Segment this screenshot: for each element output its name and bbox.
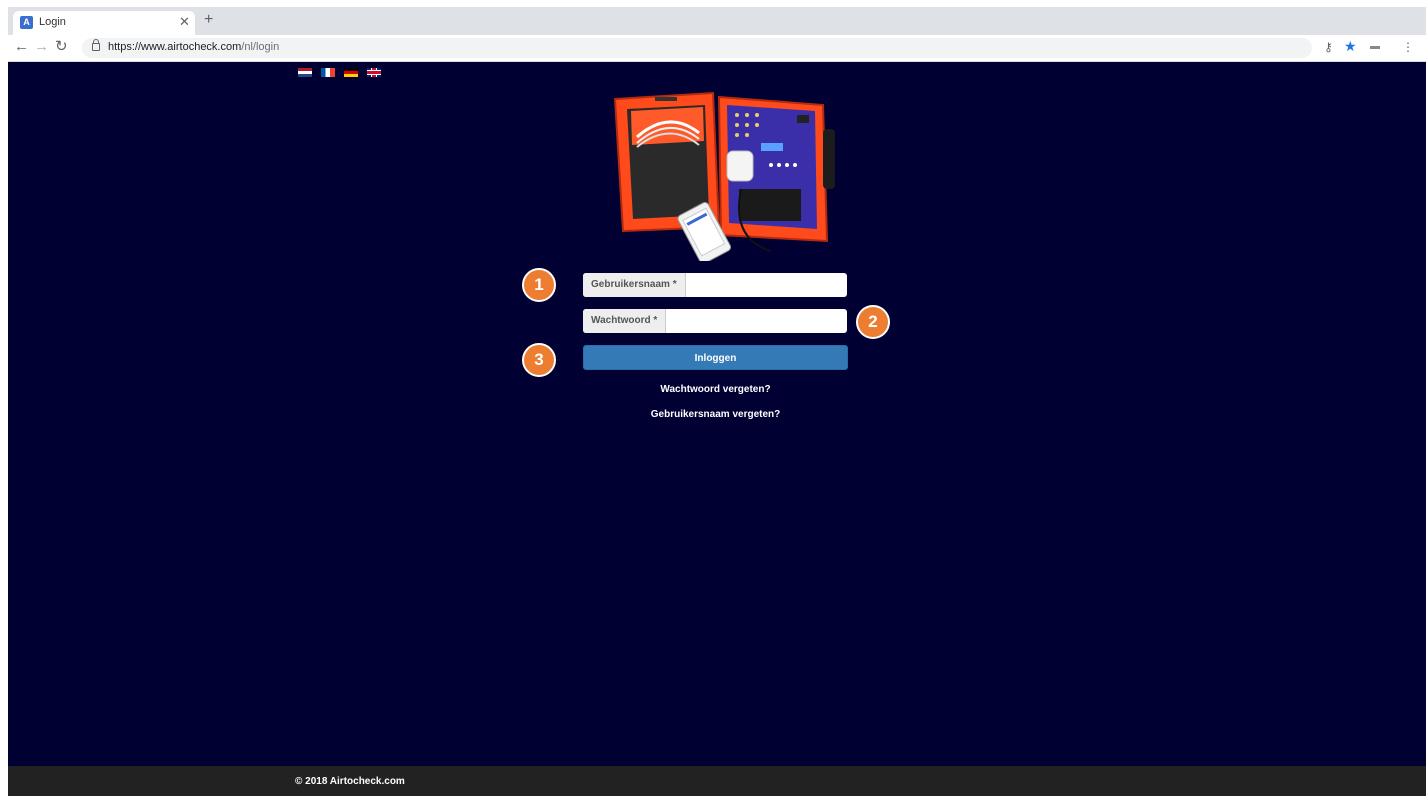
url-path: /nl/login [241, 41, 280, 53]
bookmark-star-icon[interactable]: ★ [1344, 38, 1357, 55]
annotation-badge-1: 1 [522, 268, 556, 302]
password-label: Wachtwoord * [583, 309, 667, 333]
back-arrow-icon[interactable]: ← [14, 39, 29, 55]
flag-uk-icon[interactable] [367, 68, 381, 77]
address-bar[interactable]: https://www.airtocheck.com/nl/login [82, 38, 1312, 58]
annotation-badge-3: 3 [522, 343, 556, 377]
key-icon[interactable]: ⚷ [1324, 40, 1333, 54]
forward-arrow-icon[interactable]: → [34, 39, 49, 55]
reload-icon[interactable]: ↻ [55, 39, 68, 55]
forgot-password-link[interactable]: Wachtwoord vergeten? [583, 384, 848, 395]
browser-tab[interactable]: A Login ✕ [13, 11, 195, 35]
product-image [613, 91, 835, 261]
browser-menu-icon[interactable]: ⋮ [1402, 40, 1414, 54]
footer: © 2018 Airtocheck.com [8, 766, 1426, 796]
flag-fr-icon[interactable] [321, 68, 335, 77]
close-tab-icon[interactable]: ✕ [179, 14, 190, 30]
new-tab-icon[interactable]: + [204, 12, 213, 28]
site-favicon-icon: A [20, 16, 33, 29]
url-host: https://www.airtocheck.com [108, 41, 242, 53]
browser-tab-bar: A Login ✕ + [8, 7, 1426, 35]
forgot-username-link[interactable]: Gebruikersnaam vergeten? [583, 409, 848, 420]
password-input-group: Wachtwoord * [583, 309, 847, 335]
browser-toolbar: ← → ↻ https://www.airtocheck.com/nl/logi… [8, 35, 1426, 62]
login-button[interactable]: Inloggen [583, 345, 848, 370]
copyright-text: © 2018 Airtocheck.com [295, 776, 405, 787]
username-input-group: Gebruikersnaam * [583, 273, 847, 299]
password-input[interactable] [667, 309, 847, 335]
username-label: Gebruikersnaam * [583, 273, 686, 297]
flag-de-icon[interactable] [344, 68, 358, 77]
login-page: Gebruikersnaam * Wachtwoord * Inloggen W… [8, 62, 1426, 766]
lock-icon [92, 39, 100, 51]
tab-title: Login [39, 16, 66, 28]
extension-icon[interactable]: ▬ [1370, 41, 1380, 52]
flag-nl-icon[interactable] [298, 68, 312, 77]
username-input[interactable] [686, 273, 847, 299]
url-text: https://www.airtocheck.com/nl/login [108, 41, 279, 53]
annotation-badge-2: 2 [856, 305, 890, 339]
